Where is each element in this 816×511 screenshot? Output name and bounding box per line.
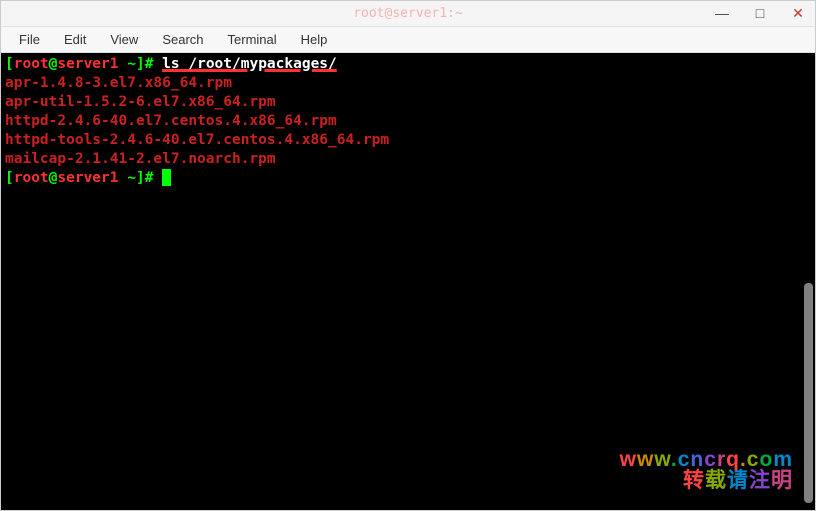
watermark-subtitle: 转载请注明 — [620, 471, 793, 490]
command-text: ls /root/mypackages/ — [162, 56, 337, 72]
terminal-window: root@server1:~ — □ ✕ File Edit View Sear… — [0, 0, 816, 511]
window-controls: — □ ✕ — [709, 3, 811, 23]
watermark: www.cncrq.com 转载请注明 — [620, 450, 793, 490]
minimize-button[interactable]: — — [709, 3, 735, 23]
maximize-button[interactable]: □ — [747, 3, 773, 23]
titlebar: root@server1:~ — □ ✕ — [1, 1, 815, 27]
close-button[interactable]: ✕ — [785, 3, 811, 23]
menu-view[interactable]: View — [100, 29, 148, 50]
watermark-url: www.cncrq.com — [620, 450, 793, 469]
menu-help[interactable]: Help — [291, 29, 338, 50]
prompt-line-1: [root@server1 ~]# ls /root/mypackages/ — [5, 55, 811, 74]
menubar: File Edit View Search Terminal Help — [1, 27, 815, 53]
menu-file[interactable]: File — [9, 29, 50, 50]
file-entry: apr-1.4.8-3.el7.x86_64.rpm — [5, 74, 811, 93]
file-entry: httpd-2.4.6-40.el7.centos.4.x86_64.rpm — [5, 112, 811, 131]
cursor-icon — [162, 169, 171, 186]
window-title: root@server1:~ — [353, 6, 463, 21]
prompt-line-2: [root@server1 ~]# — [5, 169, 811, 188]
file-entry: httpd-tools-2.4.6-40.el7.centos.4.x86_64… — [5, 131, 811, 150]
menu-terminal[interactable]: Terminal — [218, 29, 287, 50]
terminal-area[interactable]: [root@server1 ~]# ls /root/mypackages/ a… — [1, 53, 815, 510]
file-entry: apr-util-1.5.2-6.el7.x86_64.rpm — [5, 93, 811, 112]
menu-edit[interactable]: Edit — [54, 29, 96, 50]
scrollbar[interactable] — [804, 283, 813, 503]
file-entry: mailcap-2.1.41-2.el7.noarch.rpm — [5, 150, 811, 169]
menu-search[interactable]: Search — [152, 29, 213, 50]
